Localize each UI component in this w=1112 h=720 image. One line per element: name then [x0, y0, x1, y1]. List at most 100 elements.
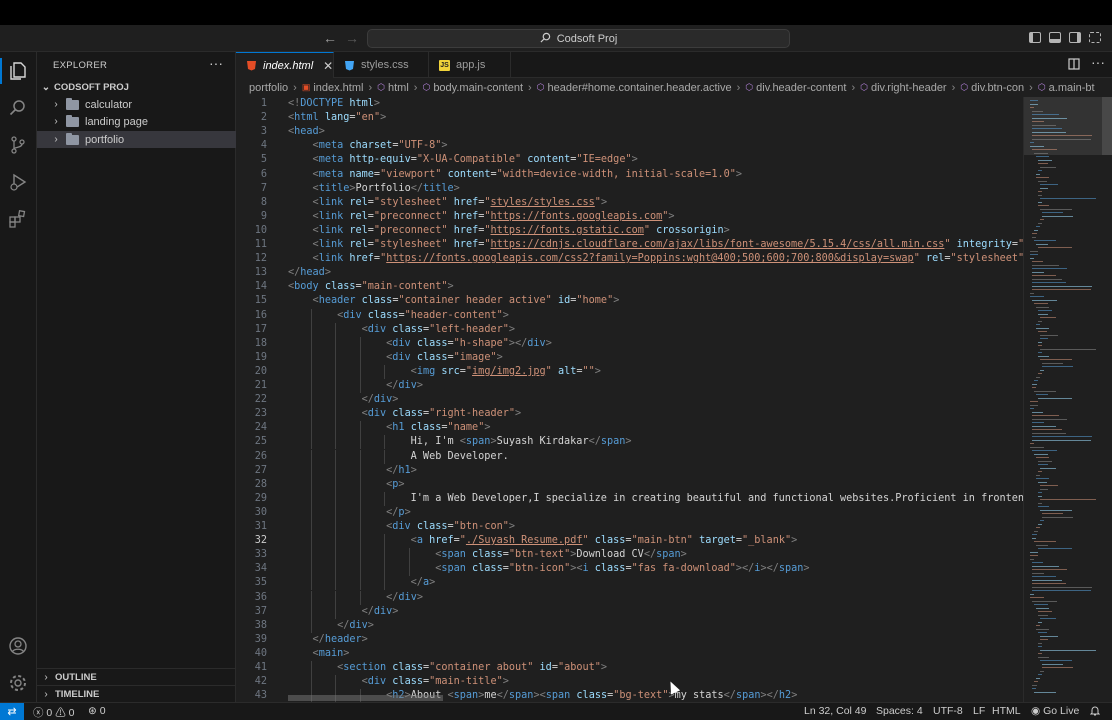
code-line[interactable]: 17 <div class="left-header"> — [236, 322, 1023, 337]
code-line[interactable]: 27 </h1> — [236, 463, 1023, 478]
search-icon[interactable] — [8, 98, 28, 118]
code-line[interactable]: 29 I'm a Web Developer,I specialize in c… — [236, 491, 1023, 506]
tab-label: app.js — [456, 59, 486, 71]
code-line[interactable]: 6 <meta name="viewport" content="width=d… — [236, 168, 1023, 182]
source-control-icon[interactable] — [8, 135, 28, 155]
minimap[interactable] — [1023, 97, 1112, 702]
breadcrumb-item[interactable]: div.header-content — [756, 82, 846, 94]
code-line[interactable]: 32 <a href="./Suyash Resume.pdf" class="… — [236, 534, 1023, 549]
go-live-button[interactable]: ◉ Go Live — [1031, 705, 1079, 717]
code-line[interactable]: 24 <h1 class="name"> — [236, 421, 1023, 436]
code-line[interactable]: 40 <main> — [236, 647, 1023, 661]
more-actions-icon[interactable]: ··· — [209, 55, 223, 71]
code-line[interactable]: 38 </div> — [236, 618, 1023, 633]
encoding[interactable]: UTF-8 — [933, 705, 963, 717]
code-line[interactable]: 34 <span class="btn-icon"><i class="fas … — [236, 562, 1023, 577]
horizontal-scrollbar[interactable] — [288, 695, 443, 701]
outline-section[interactable]: › OUTLINE — [37, 668, 236, 685]
code-line[interactable]: 33 <span class="btn-text">Download CV</s… — [236, 548, 1023, 563]
toggle-secondary-sidebar-icon[interactable] — [1069, 32, 1081, 43]
code-line[interactable]: 25 Hi, I'm <span>Suyash Kirdakar</span> — [236, 435, 1023, 450]
code-line[interactable]: 8 <link rel="stylesheet" href="styles/st… — [236, 196, 1023, 210]
code-line[interactable]: 2 <html lang="en"> — [236, 111, 1023, 125]
more-actions-icon[interactable]: ··· — [1091, 54, 1105, 70]
code-line[interactable]: 3 <head> — [236, 125, 1023, 139]
code-line[interactable]: 9 <link rel="preconnect" href="https://f… — [236, 210, 1023, 224]
code-line[interactable]: 26 A Web Developer. — [236, 449, 1023, 464]
code-line[interactable]: 5 <meta http-equiv="X-UA-Compatible" con… — [236, 153, 1023, 167]
minimap-line — [1034, 530, 1038, 532]
code-line[interactable]: 22 </div> — [236, 393, 1023, 408]
manage-gear-icon[interactable] — [8, 673, 28, 693]
code-line[interactable]: 31 <div class="btn-con"> — [236, 520, 1023, 534]
vertical-scrollbar[interactable] — [1102, 97, 1112, 155]
toggle-panel-icon[interactable] — [1049, 32, 1061, 43]
command-center[interactable]: Codsoft Proj — [367, 29, 790, 48]
code-line[interactable]: 28 <p> — [236, 477, 1023, 492]
forward-arrow-icon[interactable]: → — [345, 30, 359, 46]
code-line[interactable]: 21 </div> — [236, 379, 1023, 393]
indentation[interactable]: Spaces: 4 — [876, 705, 923, 717]
folder-calculator[interactable]: › calculator — [37, 96, 236, 113]
code-line[interactable]: 20 <img src="img/img2.jpg" alt=""> — [236, 364, 1023, 379]
minimap-line — [1042, 663, 1063, 665]
toggle-primary-sidebar-icon[interactable] — [1029, 32, 1041, 43]
minimap-line — [1042, 513, 1063, 514]
code-line[interactable]: 1 <!DOCTYPE html> — [236, 97, 1023, 111]
extensions-icon[interactable] — [8, 209, 28, 229]
line-number: 3 — [260, 126, 267, 138]
run-and-debug-icon[interactable] — [8, 172, 28, 192]
code-line[interactable]: 19 <div class="image"> — [236, 350, 1023, 365]
code-line[interactable]: 12 <link href="https://fonts.googleapis.… — [236, 252, 1023, 266]
code-line[interactable]: 37 </div> — [236, 604, 1023, 619]
project-root[interactable]: ⌄ CODSOFT PROJ — [37, 79, 236, 96]
remote-indicator-icon[interactable]: ⇄ — [0, 702, 24, 720]
problems-indicator[interactable]: ⓧ 0 ⚠ 0 — [33, 705, 74, 720]
tab-app-js[interactable]: JS app.js — [429, 52, 511, 78]
code-line[interactable]: 11 <link rel="stylesheet" href="https://… — [236, 238, 1023, 252]
minimap-line — [1034, 303, 1048, 304]
code-line[interactable]: 42 <div class="main-title"> — [236, 675, 1023, 690]
tab-index-html[interactable]: index.html ✕ — [236, 52, 334, 78]
minimap-line — [1040, 488, 1048, 490]
breadcrumb-item[interactable]: header#home.container.header.active — [548, 82, 732, 94]
code-line[interactable]: 36 </div> — [236, 590, 1023, 605]
code-line[interactable]: 10 <link rel="preconnect" href="https://… — [236, 224, 1023, 238]
cursor-position[interactable]: Ln 32, Col 49 — [804, 705, 866, 717]
code-line[interactable]: 16 <div class="header-content"> — [236, 308, 1023, 323]
end-of-line[interactable]: LF — [973, 705, 985, 717]
breadcrumb-item[interactable]: html — [388, 82, 409, 94]
code-line[interactable]: 39 </header> — [236, 633, 1023, 647]
back-arrow-icon[interactable]: ← — [323, 30, 337, 46]
code-line[interactable]: 23 <div class="right-header"> — [236, 407, 1023, 422]
code-line[interactable]: 30 </p> — [236, 505, 1023, 520]
breadcrumb-item[interactable]: div.btn-con — [971, 82, 1024, 94]
breadcrumb-item[interactable]: body.main-content — [433, 82, 523, 94]
breadcrumb-item[interactable]: div.right-header — [871, 82, 947, 94]
timeline-section[interactable]: › TIMELINE — [37, 685, 236, 702]
explorer-icon[interactable] — [8, 61, 28, 81]
minimap-line — [1038, 481, 1047, 483]
language-mode[interactable]: HTML — [992, 705, 1021, 717]
notifications-bell-icon[interactable] — [1089, 705, 1101, 719]
breadcrumb-item[interactable]: portfolio — [249, 82, 288, 94]
breadcrumb-item[interactable]: index.html — [313, 82, 363, 94]
customize-layout-icon[interactable] — [1089, 32, 1101, 43]
code-line[interactable]: 4 <meta charset="UTF-8"> — [236, 139, 1023, 153]
code-line[interactable]: 35 </a> — [236, 576, 1023, 591]
tab-styles-css[interactable]: styles.css — [334, 52, 429, 78]
accounts-icon[interactable] — [8, 636, 28, 656]
code-editor[interactable]: 1 <!DOCTYPE html> 2 <html lang="en"> 3 <head>… — [236, 97, 1023, 702]
code-line[interactable]: 13 </head> — [236, 266, 1023, 280]
code-line[interactable]: 15 <header class="container header activ… — [236, 294, 1023, 308]
breadcrumb-item[interactable]: a.main-bt — [1049, 82, 1095, 94]
ports-indicator[interactable]: ⊛ 0 — [88, 705, 106, 717]
code-line[interactable]: 7 <title>Portfolio</title> — [236, 182, 1023, 196]
folder-portfolio[interactable]: › portfolio — [37, 131, 236, 148]
code-line[interactable]: 18 <div class="h-shape"></div> — [236, 336, 1023, 351]
code-line[interactable]: 41 <section class="container about" id="… — [236, 661, 1023, 675]
split-editor-icon[interactable] — [1068, 58, 1080, 73]
close-icon[interactable]: ✕ — [323, 59, 333, 73]
code-line[interactable]: 14 <body class="main-content"> — [236, 280, 1023, 294]
folder-landing-page[interactable]: › landing page — [37, 113, 236, 130]
